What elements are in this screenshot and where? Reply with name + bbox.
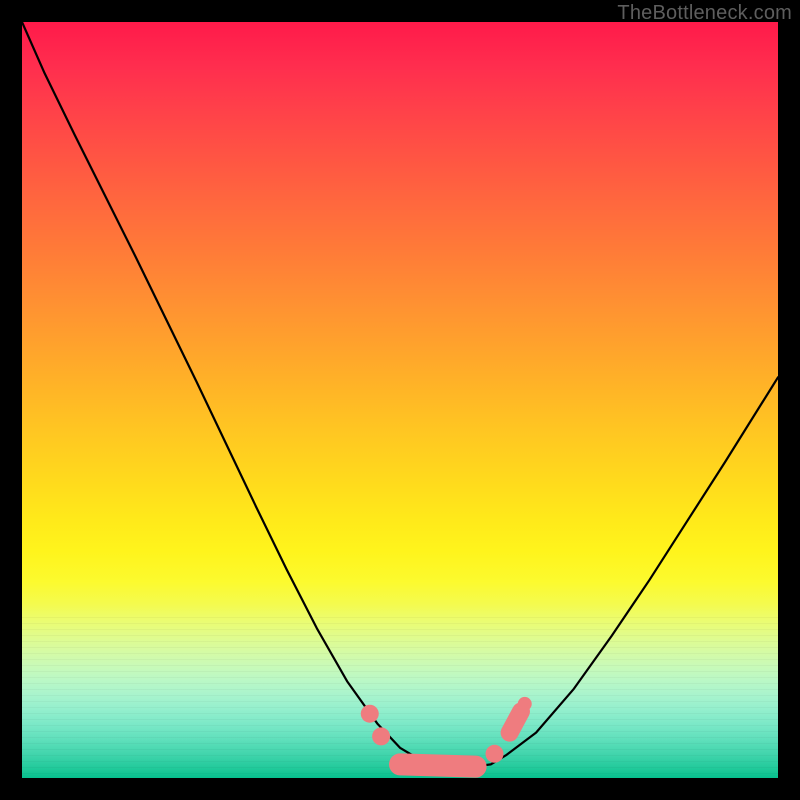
chart-frame: TheBottleneck.com [0, 0, 800, 800]
watermark-text: TheBottleneck.com [617, 2, 792, 25]
background-gradient [22, 22, 778, 778]
plot-area [22, 22, 778, 778]
